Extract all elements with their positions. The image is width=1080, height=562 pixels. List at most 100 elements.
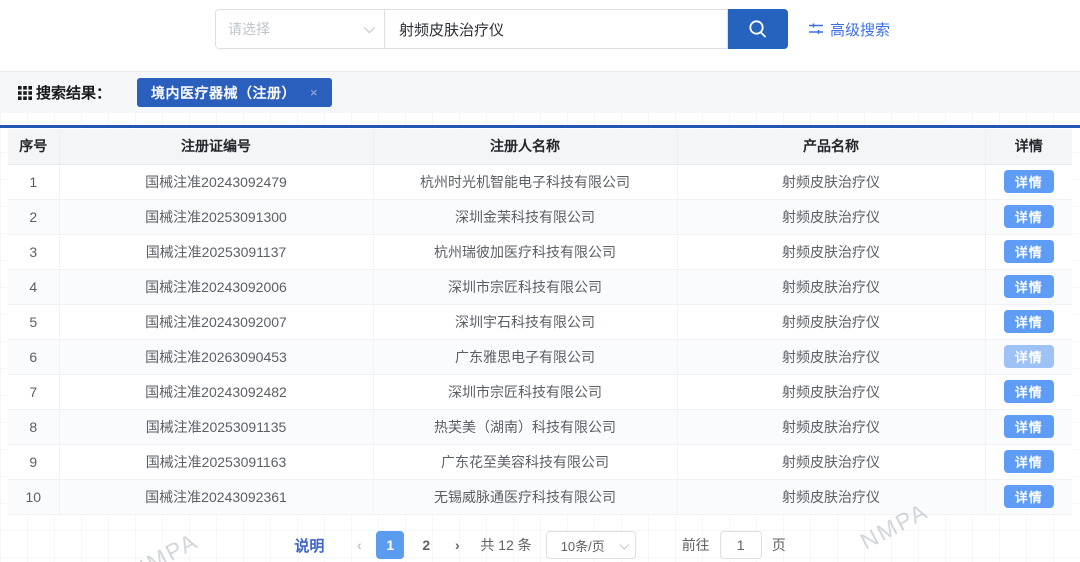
note-link[interactable]: 说明: [294, 535, 324, 556]
detail-cell: 详情: [985, 304, 1072, 339]
header-reg-number: 注册证编号: [59, 129, 373, 164]
product-name: 射频皮肤治疗仪: [677, 269, 985, 304]
detail-button[interactable]: 详情: [1004, 310, 1054, 333]
detail-cell: 详情: [985, 339, 1072, 374]
row-number: 8: [8, 409, 59, 444]
pagination: 说明 ‹ 1 2 › 共 12 条 10条/页 前往 页: [0, 530, 1080, 560]
table-row: 5国械注准20243092007深圳宇石科技有限公司射频皮肤治疗仪详情: [8, 304, 1072, 339]
row-number: 3: [8, 234, 59, 269]
table-body: 1国械注准20243092479杭州时光机智能电子科技有限公司射频皮肤治疗仪详情…: [8, 164, 1072, 514]
registrant-name: 广东雅思电子有限公司: [373, 339, 677, 374]
registrant-name: 热芙美（湖南）科技有限公司: [373, 409, 677, 444]
registration-number: 国械注准20243092007: [59, 304, 373, 339]
detail-button[interactable]: 详情: [1004, 380, 1054, 403]
page-button-2[interactable]: 2: [412, 531, 440, 559]
advanced-search-link[interactable]: 高级搜索: [808, 19, 890, 40]
grid-icon: [18, 86, 32, 100]
detail-button[interactable]: 详情: [1004, 450, 1054, 473]
row-number: 7: [8, 374, 59, 409]
registrant-name: 广东花至美容科技有限公司: [373, 444, 677, 479]
detail-cell: 详情: [985, 374, 1072, 409]
detail-button[interactable]: 详情: [1004, 345, 1054, 368]
row-number: 10: [8, 479, 59, 514]
results-bar: 搜索结果： 境内医疗器械（注册） ×: [0, 71, 1080, 113]
page-button-1[interactable]: 1: [376, 531, 404, 559]
row-number: 5: [8, 304, 59, 339]
goto-suffix: 页: [772, 535, 786, 555]
registration-number: 国械注准20243092482: [59, 374, 373, 409]
close-icon[interactable]: ×: [310, 85, 318, 100]
detail-button[interactable]: 详情: [1004, 205, 1054, 228]
registration-number: 国械注准20243092006: [59, 269, 373, 304]
goto-page-input[interactable]: [720, 531, 762, 559]
product-name: 射频皮肤治疗仪: [677, 374, 985, 409]
table-row: 4国械注准20243092006深圳市宗匠科技有限公司射频皮肤治疗仪详情: [8, 269, 1072, 304]
detail-cell: 详情: [985, 409, 1072, 444]
results-label-wrap: 搜索结果：: [18, 82, 111, 103]
detail-cell: 详情: [985, 479, 1072, 514]
registration-number: 国械注准20243092361: [59, 479, 373, 514]
product-name: 射频皮肤治疗仪: [677, 444, 985, 479]
page-size-value: 10条/页: [561, 536, 605, 555]
product-name: 射频皮肤治疗仪: [677, 234, 985, 269]
registrant-name: 深圳宇石科技有限公司: [373, 304, 677, 339]
product-name: 射频皮肤治疗仪: [677, 339, 985, 374]
registration-number: 国械注准20263090453: [59, 339, 373, 374]
header-detail: 详情: [985, 129, 1072, 164]
header-registrant: 注册人名称: [373, 129, 677, 164]
divider-line: [0, 125, 1080, 128]
category-select[interactable]: 请选择: [215, 9, 385, 49]
header-product-name: 产品名称: [677, 129, 985, 164]
header-row-number: 序号: [8, 129, 59, 164]
detail-cell: 详情: [985, 199, 1072, 234]
registrant-name: 无锡威脉通医疗科技有限公司: [373, 479, 677, 514]
detail-button[interactable]: 详情: [1004, 275, 1054, 298]
detail-button[interactable]: 详情: [1004, 240, 1054, 263]
detail-cell: 详情: [985, 164, 1072, 199]
registration-number: 国械注准20253091163: [59, 444, 373, 479]
product-name: 射频皮肤治疗仪: [677, 409, 985, 444]
detail-button[interactable]: 详情: [1004, 415, 1054, 438]
detail-button[interactable]: 详情: [1004, 485, 1054, 508]
results-table: 序号 注册证编号 注册人名称 产品名称 详情 1国械注准20243092479杭…: [8, 129, 1072, 515]
registrant-name: 深圳金茉科技有限公司: [373, 199, 677, 234]
row-number: 6: [8, 339, 59, 374]
search-input[interactable]: [385, 9, 728, 49]
filter-tag[interactable]: 境内医疗器械（注册） ×: [137, 78, 332, 107]
filter-sliders-icon: [808, 21, 824, 37]
advanced-search-label: 高级搜索: [830, 19, 890, 40]
registrant-name: 深圳市宗匠科技有限公司: [373, 374, 677, 409]
row-number: 2: [8, 199, 59, 234]
registration-number: 国械注准20243092479: [59, 164, 373, 199]
next-page-icon[interactable]: ›: [444, 531, 470, 559]
detail-cell: 详情: [985, 269, 1072, 304]
table-row: 7国械注准20243092482深圳市宗匠科技有限公司射频皮肤治疗仪详情: [8, 374, 1072, 409]
results-label: 搜索结果：: [36, 82, 111, 103]
table-row: 2国械注准20253091300深圳金茉科技有限公司射频皮肤治疗仪详情: [8, 199, 1072, 234]
product-name: 射频皮肤治疗仪: [677, 304, 985, 339]
product-name: 射频皮肤治疗仪: [677, 479, 985, 514]
total-count: 共 12 条: [480, 535, 531, 555]
table-row: 9国械注准20253091163广东花至美容科技有限公司射频皮肤治疗仪详情: [8, 444, 1072, 479]
chevron-down-icon: [619, 539, 629, 549]
product-name: 射频皮肤治疗仪: [677, 199, 985, 234]
search-bar: 请选择 高级搜索: [215, 9, 890, 49]
registration-number: 国械注准20253091135: [59, 409, 373, 444]
results-area: 搜索结果： 境内医疗器械（注册） × 序号 注册证编号 注册人名称 产品名称 详…: [0, 71, 1080, 562]
search-button[interactable]: [728, 9, 788, 49]
table-row: 6国械注准20263090453广东雅思电子有限公司射频皮肤治疗仪详情: [8, 339, 1072, 374]
category-placeholder: 请选择: [228, 19, 270, 39]
registrant-name: 杭州时光机智能电子科技有限公司: [373, 164, 677, 199]
table-header: 序号 注册证编号 注册人名称 产品名称 详情: [8, 129, 1072, 164]
search-icon: [747, 18, 769, 40]
registrant-name: 杭州瑞彼加医疗科技有限公司: [373, 234, 677, 269]
prev-page-icon[interactable]: ‹: [346, 531, 372, 559]
table-row: 10国械注准20243092361无锡威脉通医疗科技有限公司射频皮肤治疗仪详情: [8, 479, 1072, 514]
detail-button[interactable]: 详情: [1004, 170, 1054, 193]
detail-cell: 详情: [985, 234, 1072, 269]
page-size-select[interactable]: 10条/页: [546, 531, 636, 559]
table-row: 3国械注准20253091137杭州瑞彼加医疗科技有限公司射频皮肤治疗仪详情: [8, 234, 1072, 269]
registrant-name: 深圳市宗匠科技有限公司: [373, 269, 677, 304]
row-number: 9: [8, 444, 59, 479]
table-row: 1国械注准20243092479杭州时光机智能电子科技有限公司射频皮肤治疗仪详情: [8, 164, 1072, 199]
